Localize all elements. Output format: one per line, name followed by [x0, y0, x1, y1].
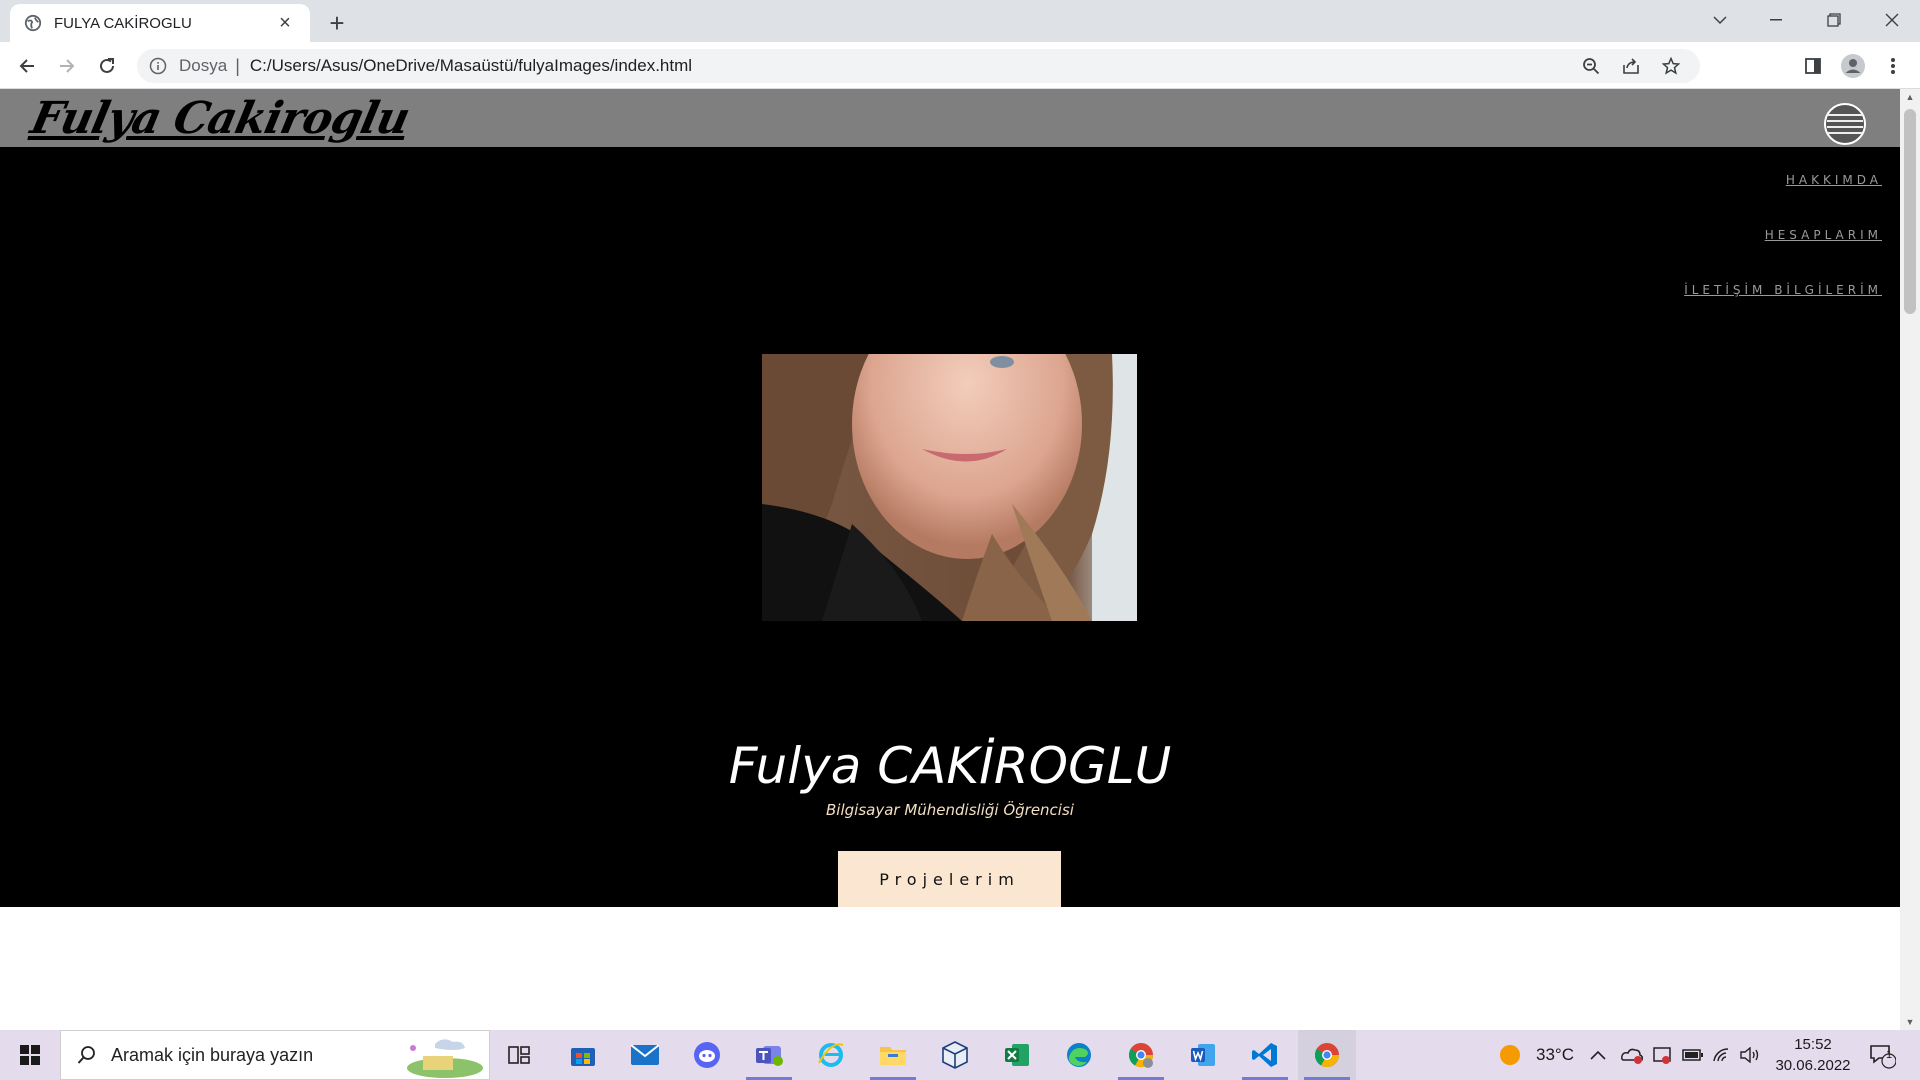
word-icon[interactable] — [1174, 1030, 1232, 1080]
internet-explorer-icon[interactable] — [802, 1030, 860, 1080]
windows-taskbar: Aramak için buraya yazın 33°C 15:52 30.0… — [0, 1030, 1920, 1080]
microsoft-store-icon[interactable] — [554, 1030, 612, 1080]
clock-date: 30.06.2022 — [1775, 1057, 1851, 1074]
address-scheme: Dosya — [179, 56, 228, 75]
new-tab-button[interactable]: + — [322, 8, 352, 38]
minimize-icon[interactable] — [1748, 0, 1804, 40]
file-explorer-icon[interactable] — [864, 1030, 922, 1080]
forward-icon[interactable] — [51, 50, 83, 82]
nav-link-hakkimda[interactable]: HAKKIMDA — [1786, 173, 1882, 187]
share-icon[interactable] — [1620, 55, 1642, 77]
browser-toolbar: Dosya | C:/Users/Asus/OneDrive/Masaüstü/… — [0, 42, 1920, 89]
volume-icon[interactable] — [1740, 1030, 1760, 1080]
show-hidden-icons-icon[interactable] — [1590, 1030, 1606, 1080]
site-logo[interactable]: Fulya Cakiroglu — [26, 89, 415, 147]
zoom-icon[interactable] — [1580, 55, 1602, 77]
mail-icon[interactable] — [616, 1030, 674, 1080]
info-icon[interactable] — [149, 57, 167, 75]
task-view-icon[interactable] — [490, 1030, 548, 1080]
chrome-profile-icon[interactable] — [1112, 1030, 1170, 1080]
edge-icon[interactable] — [1050, 1030, 1108, 1080]
side-panel-icon[interactable] — [1797, 50, 1829, 82]
hamburger-menu-icon[interactable] — [1824, 103, 1866, 145]
window-close-icon[interactable] — [1864, 0, 1920, 40]
search-highlight-icon — [407, 1039, 483, 1078]
search-icon — [77, 1046, 95, 1064]
browser-tab-strip: FULYA CAKİROGLU × + — [0, 0, 1920, 42]
search-placeholder: Aramak için buraya yazın — [111, 1044, 314, 1065]
onedrive-error-icon[interactable] — [1620, 1030, 1644, 1080]
scroll-up-arrow-icon[interactable]: ▲ — [1900, 89, 1920, 105]
3d-cube-app-icon[interactable] — [926, 1030, 984, 1080]
discord-icon[interactable] — [678, 1030, 736, 1080]
tab-close-icon[interactable]: × — [274, 12, 296, 34]
teams-icon[interactable] — [740, 1030, 798, 1080]
back-icon[interactable] — [11, 50, 43, 82]
windows-start-icon[interactable] — [0, 1030, 60, 1080]
projects-button[interactable]: Projelerim — [838, 851, 1061, 907]
weather-temperature: 33°C — [1536, 1045, 1574, 1064]
notification-count: 1 — [1885, 1049, 1893, 1061]
bookmark-star-icon[interactable] — [1660, 55, 1682, 77]
scroll-down-arrow-icon[interactable]: ▼ — [1900, 1014, 1920, 1030]
taskbar-search-box[interactable]: Aramak için buraya yazın — [60, 1030, 490, 1080]
address-separator: | — [235, 55, 240, 76]
clock-time: 15:52 — [1794, 1036, 1832, 1053]
taskbar-clock[interactable]: 15:52 30.06.2022 — [1768, 1034, 1858, 1076]
excel-icon[interactable] — [988, 1030, 1046, 1080]
globe-icon — [24, 14, 42, 32]
wifi-icon[interactable] — [1712, 1030, 1732, 1080]
profile-avatar-icon[interactable] — [1837, 50, 1869, 82]
address-bar[interactable]: Dosya | C:/Users/Asus/OneDrive/Masaüstü/… — [137, 49, 1700, 83]
browser-tab[interactable]: FULYA CAKİROGLU × — [10, 4, 310, 42]
site-header: Fulya Cakiroglu — [0, 89, 1900, 147]
hero-section: HAKKIMDA HESAPLARIM İLETİŞİM BİLGİLERİM — [0, 147, 1900, 907]
battery-icon[interactable] — [1682, 1030, 1704, 1080]
more-menu-icon[interactable] — [1877, 50, 1909, 82]
profile-photo — [762, 354, 1137, 621]
nav-link-iletisim[interactable]: İLETİŞİM BİLGİLERİM — [1684, 283, 1882, 297]
sun-icon — [1500, 1045, 1520, 1065]
vertical-scrollbar[interactable]: ▲ ▼ — [1900, 89, 1920, 1030]
page-viewport: Fulya Cakiroglu HAKKIMDA HESAPLARIM İLET… — [0, 89, 1920, 1030]
vscode-icon[interactable] — [1236, 1030, 1294, 1080]
weather-widget[interactable]: 33°C — [1498, 1030, 1574, 1080]
tab-title: FULYA CAKİROGLU — [54, 14, 192, 32]
person-name: Fulya CAKİROGLU — [728, 737, 1172, 795]
nav-link-hesaplarim[interactable]: HESAPLARIM — [1765, 228, 1882, 242]
scrollbar-thumb[interactable] — [1904, 109, 1916, 314]
defender-icon[interactable] — [1652, 1030, 1672, 1080]
chrome-icon[interactable] — [1298, 1030, 1356, 1080]
restore-icon[interactable] — [1806, 0, 1862, 40]
reload-icon[interactable] — [91, 50, 123, 82]
notifications-icon[interactable]: 1 — [1868, 1030, 1896, 1080]
tab-search-icon[interactable] — [1692, 0, 1748, 40]
person-title: Bilgisayar Mühendisliği Öğrencisi — [826, 801, 1074, 819]
address-url[interactable]: C:/Users/Asus/OneDrive/Masaüstü/fulyaIma… — [250, 56, 1580, 76]
